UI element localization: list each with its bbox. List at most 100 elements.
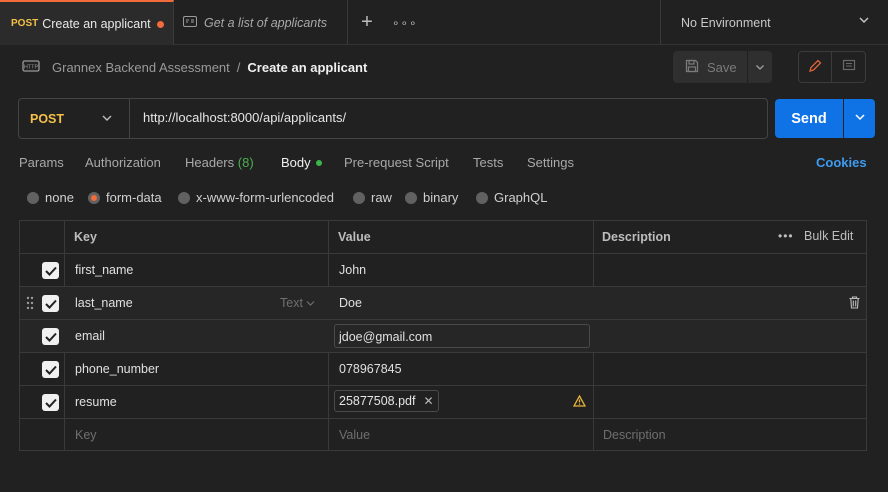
tab-get-applicants[interactable]: Get a list of applicants bbox=[174, 0, 348, 45]
save-dropdown-button[interactable] bbox=[748, 51, 772, 83]
param-value[interactable]: Doe bbox=[339, 296, 362, 310]
param-key[interactable]: last_name bbox=[75, 296, 133, 310]
warning-icon[interactable] bbox=[572, 394, 587, 410]
chevron-down-icon bbox=[854, 111, 866, 126]
radio-label: form-data bbox=[106, 190, 162, 205]
radio-circle-icon bbox=[178, 191, 190, 204]
body-indicator-dot-icon bbox=[315, 159, 322, 166]
ellipsis-icon[interactable]: ∘∘∘ bbox=[392, 12, 417, 34]
tab-title: Create an applicant bbox=[42, 16, 151, 31]
chevron-down-icon bbox=[858, 14, 870, 29]
unsaved-dot-icon bbox=[157, 21, 164, 28]
tab-bar: POST Create an applicant Get a list of a… bbox=[0, 0, 888, 45]
checkbox[interactable] bbox=[42, 295, 59, 312]
checkmark-icon bbox=[44, 266, 57, 276]
radio-binary[interactable]: binary bbox=[405, 190, 458, 205]
comment-icon bbox=[842, 59, 856, 76]
radio-label: raw bbox=[371, 190, 392, 205]
save-label: Save bbox=[707, 59, 737, 75]
tab-params[interactable]: Params bbox=[19, 155, 64, 170]
send-button[interactable]: Send bbox=[775, 99, 843, 138]
save-icon bbox=[685, 59, 699, 76]
tab-headers[interactable]: Headers (8) bbox=[185, 155, 254, 170]
checkmark-icon bbox=[44, 332, 57, 342]
page-title[interactable]: Create an applicant bbox=[247, 60, 367, 75]
tab-body-label: Body bbox=[281, 155, 311, 170]
checkbox[interactable] bbox=[42, 361, 59, 378]
radio-form-data[interactable]: form-data bbox=[88, 190, 162, 205]
param-key[interactable]: resume bbox=[75, 395, 117, 409]
table-row-new: Key Value Description bbox=[20, 419, 866, 452]
new-description-input[interactable]: Description bbox=[603, 428, 666, 442]
tab-method: POST bbox=[11, 18, 39, 29]
checkmark-icon bbox=[44, 365, 57, 375]
environment-selector[interactable]: No Environment bbox=[660, 0, 888, 45]
send-dropdown-button[interactable] bbox=[844, 99, 875, 138]
headers-count: (8) bbox=[237, 155, 254, 170]
method-selector[interactable]: POST bbox=[19, 99, 130, 138]
new-value-input[interactable]: Value bbox=[339, 428, 370, 442]
bulk-edit-button[interactable]: Bulk Edit bbox=[804, 229, 853, 243]
radio-x-www-form-urlencoded[interactable]: x-www-form-urlencoded bbox=[178, 190, 334, 205]
tab-tests[interactable]: Tests bbox=[473, 155, 503, 170]
tab-create-applicant[interactable]: POST Create an applicant bbox=[0, 0, 174, 45]
radio-label: GraphQL bbox=[494, 190, 548, 205]
save-button[interactable]: Save bbox=[673, 51, 747, 83]
key-type-label: Text bbox=[280, 296, 303, 310]
http-collection-icon: HTTP bbox=[22, 57, 40, 78]
svg-text:HTTP: HTTP bbox=[24, 64, 39, 70]
tab-title: Get a list of applicants bbox=[204, 15, 327, 30]
radio-graphql[interactable]: GraphQL bbox=[476, 190, 547, 205]
documentation-button[interactable] bbox=[832, 51, 866, 83]
tab-authorization[interactable]: Authorization bbox=[85, 155, 161, 170]
pencil-icon bbox=[808, 59, 822, 76]
table-row: resume 25877508.pdf ✕ bbox=[20, 386, 866, 419]
radio-label: x-www-form-urlencoded bbox=[196, 190, 334, 205]
checkbox[interactable] bbox=[42, 262, 59, 279]
column-header-key: Key bbox=[74, 230, 97, 244]
param-key[interactable]: email bbox=[75, 329, 105, 343]
checkbox[interactable] bbox=[42, 328, 59, 345]
table-row: first_name John bbox=[20, 254, 866, 287]
drag-handle-icon[interactable] bbox=[26, 296, 34, 313]
ellipsis-icon[interactable]: ••• bbox=[778, 229, 794, 243]
form-data-table: Key Value Description ••• Bulk Edit firs… bbox=[19, 220, 867, 451]
radio-raw[interactable]: raw bbox=[353, 190, 392, 205]
radio-none[interactable]: none bbox=[27, 190, 74, 205]
plus-icon[interactable]: + bbox=[356, 12, 378, 34]
tab-headers-label: Headers bbox=[185, 155, 235, 170]
param-value[interactable]: 078967845 bbox=[339, 362, 402, 376]
param-value[interactable]: John bbox=[339, 263, 366, 277]
cookies-link[interactable]: Cookies bbox=[816, 155, 867, 170]
radio-selected-icon bbox=[88, 191, 100, 204]
tab-body[interactable]: Body bbox=[281, 155, 322, 170]
radio-circle-icon bbox=[353, 191, 365, 204]
url-input[interactable]: http://localhost:8000/api/applicants/ bbox=[143, 110, 346, 125]
url-bar: POST http://localhost:8000/api/applicant… bbox=[18, 98, 768, 139]
checkmark-icon bbox=[44, 398, 57, 408]
breadcrumb-collection[interactable]: Grannex Backend Assessment bbox=[52, 60, 230, 75]
checkbox[interactable] bbox=[42, 394, 59, 411]
param-value-input[interactable]: jdoe@gmail.com bbox=[334, 324, 590, 348]
param-key[interactable]: first_name bbox=[75, 263, 133, 277]
param-key[interactable]: phone_number bbox=[75, 362, 159, 376]
file-chip[interactable]: 25877508.pdf ✕ bbox=[334, 390, 439, 412]
edit-button[interactable] bbox=[798, 51, 832, 83]
method-label: POST bbox=[30, 111, 65, 126]
trash-icon[interactable] bbox=[849, 296, 860, 312]
radio-circle-icon bbox=[476, 191, 488, 204]
key-type-selector[interactable]: Text bbox=[280, 296, 315, 310]
tab-pre-request-script[interactable]: Pre-request Script bbox=[344, 155, 449, 170]
chevron-down-icon bbox=[755, 60, 765, 75]
chevron-down-icon bbox=[306, 301, 315, 306]
table-row: email jdoe@gmail.com bbox=[20, 320, 866, 353]
radio-circle-icon bbox=[405, 191, 417, 204]
chevron-down-icon bbox=[101, 112, 113, 127]
column-header-description: Description bbox=[602, 230, 671, 244]
tab-settings[interactable]: Settings bbox=[527, 155, 574, 170]
radio-label: none bbox=[45, 190, 74, 205]
radio-label: binary bbox=[423, 190, 459, 205]
close-icon[interactable]: ✕ bbox=[423, 394, 433, 408]
new-key-input[interactable]: Key bbox=[75, 428, 97, 442]
table-row: phone_number 078967845 bbox=[20, 353, 866, 386]
